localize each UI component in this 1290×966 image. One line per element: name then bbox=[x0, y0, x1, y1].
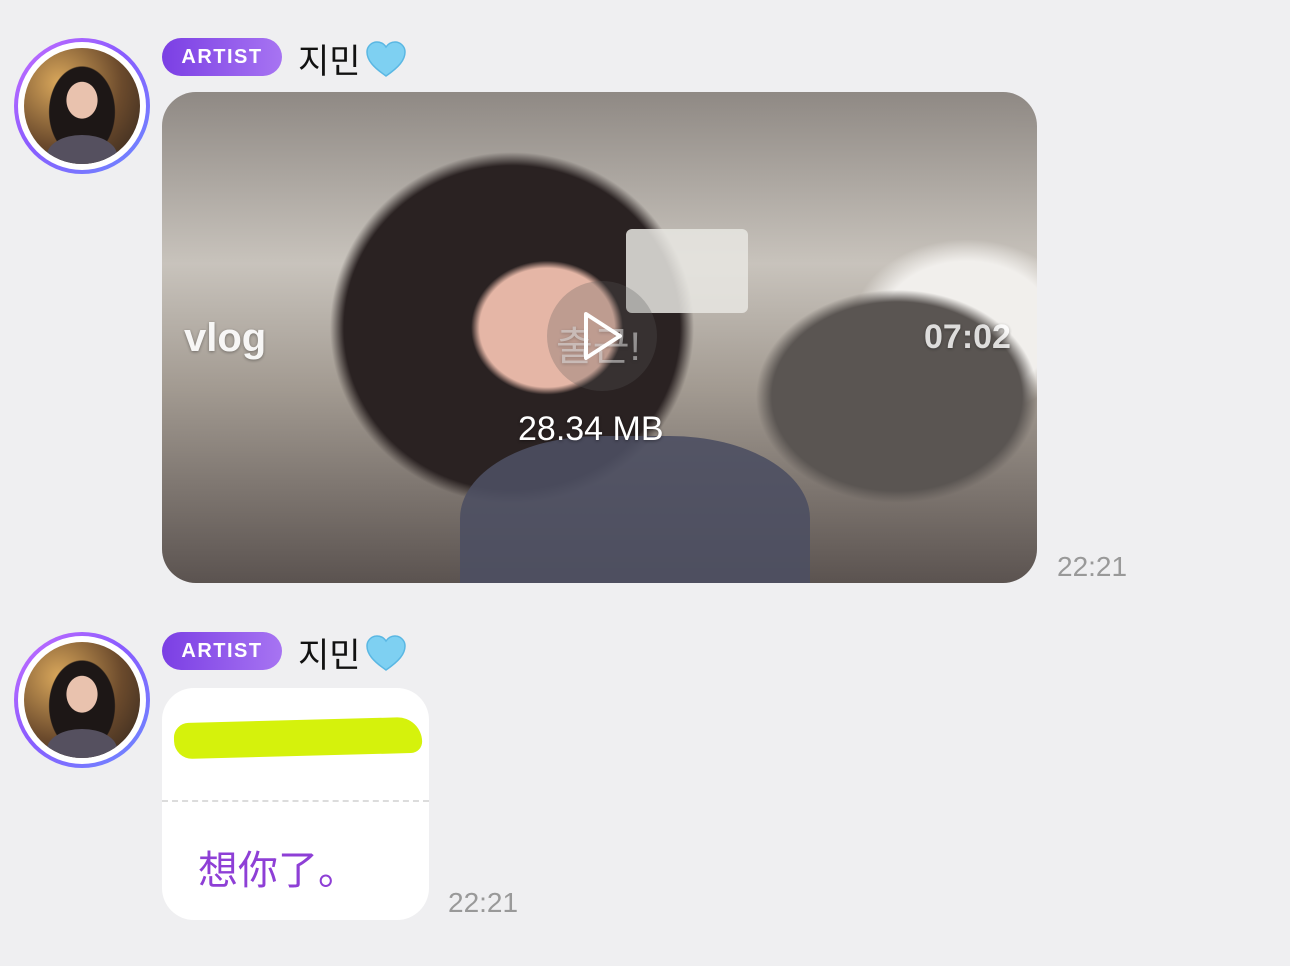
text-bubble[interactable]: 想你了。 bbox=[162, 688, 429, 920]
sender-name-row: 지민 bbox=[298, 628, 407, 677]
light-blue-heart-icon bbox=[365, 40, 406, 77]
message-time: 22:21 bbox=[448, 887, 519, 918]
video-duration: 07:02 bbox=[924, 318, 1011, 356]
video-tag: vlog bbox=[184, 316, 267, 360]
play-button[interactable] bbox=[547, 281, 657, 391]
translation-divider bbox=[162, 800, 429, 802]
play-icon bbox=[584, 312, 622, 360]
light-blue-heart-icon bbox=[365, 634, 406, 671]
artist-badge: ARTIST bbox=[162, 632, 282, 670]
artist-badge: ARTIST bbox=[162, 38, 282, 76]
sender-name: 지민 bbox=[298, 43, 361, 81]
redaction-highlight bbox=[173, 716, 423, 760]
video-thumbnail[interactable]: vlog 출근! 07:02 28.34 MB bbox=[162, 92, 1037, 583]
artist-avatar[interactable] bbox=[14, 632, 150, 768]
artist-avatar[interactable] bbox=[14, 38, 150, 174]
sender-name: 지민 bbox=[298, 637, 361, 675]
sender-name-row: 지민 bbox=[298, 34, 407, 83]
translated-text: 想你了。 bbox=[198, 848, 358, 894]
video-file-size: 28.34 MB bbox=[518, 410, 664, 448]
message-time: 22:21 bbox=[1057, 551, 1128, 582]
